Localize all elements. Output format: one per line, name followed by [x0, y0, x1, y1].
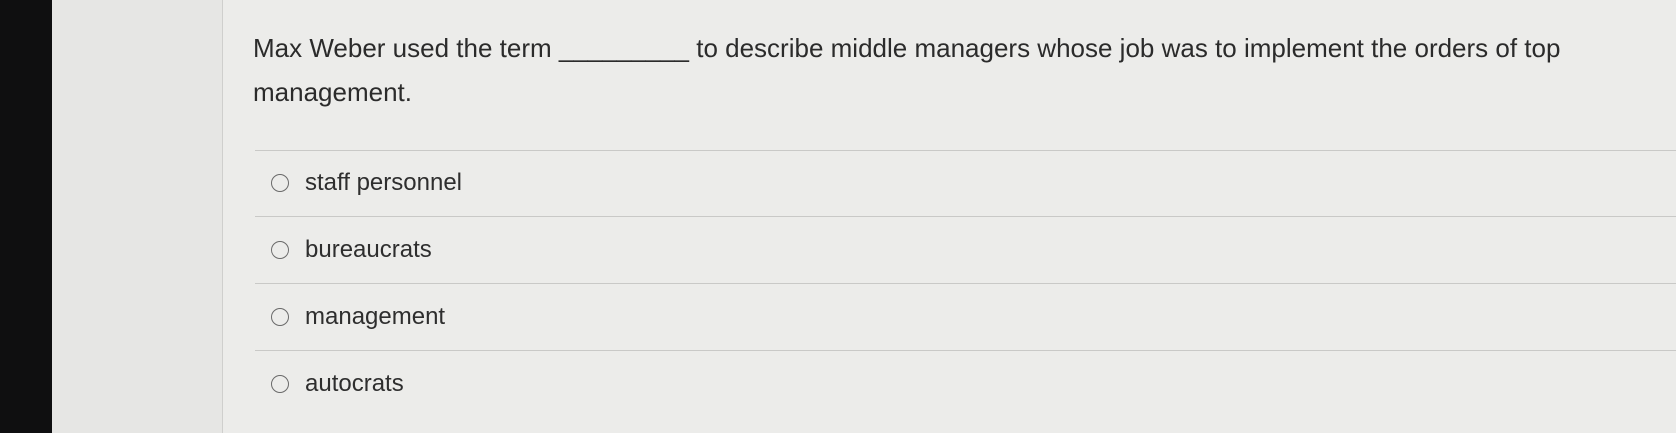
- radio-button[interactable]: [271, 375, 289, 393]
- screen: Max Weber used the term _________ to des…: [0, 0, 1676, 433]
- page-margin: [52, 0, 222, 433]
- answer-options: staff personnel bureaucrats management a…: [255, 150, 1676, 417]
- radio-button[interactable]: [271, 241, 289, 259]
- screen-bezel: [0, 0, 52, 433]
- answer-label: staff personnel: [305, 169, 462, 196]
- answer-label: management: [305, 303, 446, 330]
- question-text: Max Weber used the term _________ to des…: [253, 33, 1561, 107]
- answer-option-staff-personnel[interactable]: staff personnel: [255, 150, 1676, 217]
- answer-label: autocrats: [305, 370, 404, 397]
- radio-button[interactable]: [271, 308, 289, 326]
- answer-option-autocrats[interactable]: autocrats: [255, 351, 1676, 417]
- answer-option-management[interactable]: management: [255, 284, 1676, 351]
- question-panel: Max Weber used the term _________ to des…: [222, 0, 1676, 433]
- radio-button[interactable]: [271, 174, 289, 192]
- answer-option-bureaucrats[interactable]: bureaucrats: [255, 217, 1676, 284]
- answer-label: bureaucrats: [305, 236, 432, 263]
